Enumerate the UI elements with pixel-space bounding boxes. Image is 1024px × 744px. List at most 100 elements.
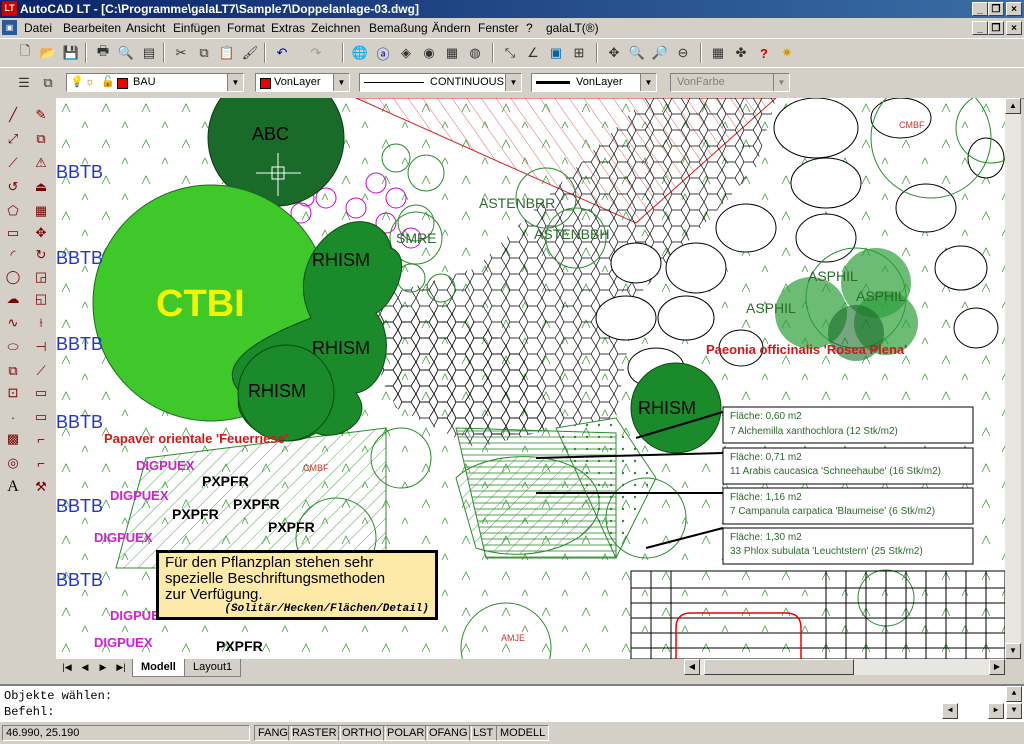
- menu-help[interactable]: ?: [526, 21, 533, 35]
- galalt-a-icon[interactable]: ⓐ: [372, 42, 394, 64]
- horizontal-scrollbar[interactable]: ◀ ▶: [684, 659, 1005, 675]
- paste-icon[interactable]: 📋: [216, 42, 238, 64]
- ellipse-icon[interactable]: ⬭: [2, 336, 24, 358]
- color-select[interactable]: VonLayer ▼: [255, 73, 350, 92]
- toggle-ofang[interactable]: OFANG: [425, 725, 472, 741]
- undo-icon[interactable]: ↶: [271, 42, 293, 64]
- tab-next-icon[interactable]: ▶: [96, 660, 110, 675]
- array-icon[interactable]: ▦: [30, 200, 52, 222]
- menu-ansicht[interactable]: Ansicht: [126, 21, 165, 35]
- scale-icon[interactable]: ◲: [30, 266, 52, 288]
- help-icon[interactable]: ?: [753, 42, 775, 64]
- close-button[interactable]: ×: [1006, 2, 1022, 16]
- menu-extras[interactable]: Extras: [271, 21, 305, 35]
- zoom-previous-icon[interactable]: ⊖: [672, 42, 694, 64]
- design-center-icon[interactable]: ◈: [395, 42, 417, 64]
- arc-icon[interactable]: ◜: [2, 244, 24, 266]
- chevron-down-icon[interactable]: ▼: [227, 74, 243, 91]
- block-icon[interactable]: ⊞: [568, 42, 590, 64]
- save-icon[interactable]: 💾: [60, 42, 82, 64]
- menu-fenster[interactable]: Fenster: [478, 21, 519, 35]
- make-block-icon[interactable]: ⊡: [2, 382, 24, 404]
- toggle-polar[interactable]: POLAR: [383, 725, 429, 741]
- doc-restore-button[interactable]: ❐: [988, 21, 1004, 35]
- doc-minimize-button[interactable]: _: [972, 21, 988, 35]
- break-icon[interactable]: ⟋: [30, 360, 52, 382]
- mirror-icon[interactable]: ⚠: [30, 152, 52, 174]
- polygon-icon[interactable]: ↺: [2, 176, 24, 198]
- insert-block-icon[interactable]: ⧉: [2, 360, 24, 382]
- cmd-scroll-up-icon[interactable]: ▲: [1006, 686, 1022, 702]
- minimize-button[interactable]: _: [972, 2, 988, 16]
- text-icon[interactable]: A: [2, 476, 24, 498]
- doc-close-button[interactable]: ×: [1006, 21, 1022, 35]
- tab-prev-icon[interactable]: ◀: [78, 660, 92, 675]
- redo-icon[interactable]: ↷: [305, 42, 327, 64]
- rotate-icon[interactable]: ↻: [30, 244, 52, 266]
- polyline-icon[interactable]: ⟋: [2, 152, 24, 174]
- pentagon-icon[interactable]: ⬠: [2, 200, 24, 222]
- menu-datei[interactable]: Datei: [24, 21, 52, 35]
- new-file-icon[interactable]: 🗋: [14, 42, 36, 64]
- cmd-scroll-right-icon[interactable]: ▶: [988, 703, 1004, 719]
- menu-galalt[interactable]: galaLT(®): [546, 21, 599, 35]
- extend-icon[interactable]: ⊣: [30, 336, 52, 358]
- match-properties-icon[interactable]: 🖌: [239, 42, 261, 64]
- menu-format[interactable]: Format: [227, 21, 265, 35]
- copy-object-icon[interactable]: ⧉: [30, 128, 52, 150]
- cmd-scroll-down-icon[interactable]: ▼: [1006, 703, 1022, 719]
- print-icon[interactable]: 🖶: [92, 42, 114, 64]
- chamfer-icon[interactable]: ▭: [30, 382, 52, 404]
- spline-icon[interactable]: ∿: [2, 312, 24, 334]
- pan-icon[interactable]: ✥: [603, 42, 625, 64]
- publish-icon[interactable]: ▤: [138, 42, 160, 64]
- coordinates-readout[interactable]: 46.990, 25.190: [2, 725, 250, 741]
- angle-icon[interactable]: ∠: [522, 42, 544, 64]
- toggle-fang[interactable]: FANG: [254, 725, 292, 741]
- menu-einfuegen[interactable]: Einfügen: [173, 21, 220, 35]
- trim-icon[interactable]: ⟊: [30, 312, 52, 334]
- chevron-down-icon[interactable]: ▼: [505, 74, 521, 91]
- scroll-right-icon[interactable]: ▶: [989, 659, 1005, 675]
- scroll-up-icon[interactable]: ▲: [1005, 98, 1021, 114]
- markup-icon[interactable]: ◍: [464, 42, 486, 64]
- tool-palette-icon[interactable]: ▦: [441, 42, 463, 64]
- vertical-scrollbar[interactable]: ▲ ▼: [1005, 98, 1021, 659]
- measure-icon[interactable]: ⤡: [499, 42, 521, 64]
- plotstyle-select[interactable]: VonFarbe ▼: [670, 73, 790, 92]
- offset-icon[interactable]: ⏏: [30, 176, 52, 198]
- restore-button[interactable]: ❐: [988, 2, 1004, 16]
- layer-previous-icon[interactable]: ⧉: [37, 72, 59, 94]
- document-icon[interactable]: ▣: [2, 20, 17, 35]
- chevron-down-icon[interactable]: ▼: [640, 74, 656, 91]
- menu-aendern[interactable]: Ändern: [432, 21, 471, 35]
- sun-icon[interactable]: ✷: [776, 42, 798, 64]
- autocad-app-icon[interactable]: LT: [2, 1, 17, 16]
- tree-icon[interactable]: ✤: [730, 42, 752, 64]
- stretch-icon[interactable]: ◱: [30, 288, 52, 310]
- menu-zeichnen[interactable]: Zeichnen: [311, 21, 360, 35]
- tab-last-icon[interactable]: ▶|: [114, 660, 128, 675]
- toggle-lst[interactable]: LST: [469, 725, 498, 741]
- join-icon[interactable]: ⌐: [30, 452, 52, 474]
- brush-icon[interactable]: ⚒: [30, 476, 52, 498]
- line-icon[interactable]: ╱: [2, 104, 24, 126]
- command-window[interactable]: Objekte wählen: Befehl: ◀ ▶ ▲ ▼: [0, 684, 1024, 722]
- layer-manager-icon[interactable]: ☰: [13, 72, 35, 94]
- command-prompt[interactable]: Befehl:: [4, 705, 54, 719]
- lineweight-select[interactable]: VonLayer ▼: [531, 73, 657, 92]
- zoom-window-icon[interactable]: 🔎: [649, 42, 671, 64]
- layer-icon[interactable]: ▣: [545, 42, 567, 64]
- scroll-thumb[interactable]: [704, 659, 854, 675]
- properties-icon[interactable]: ◉: [418, 42, 440, 64]
- toggle-ortho[interactable]: ORTHO: [338, 725, 386, 741]
- chevron-down-icon[interactable]: ▼: [773, 74, 789, 91]
- toggle-modell[interactable]: MODELL: [496, 725, 550, 741]
- print-preview-icon[interactable]: 🔍: [115, 42, 137, 64]
- menu-bearbeiten[interactable]: Bearbeiten: [63, 21, 121, 35]
- scroll-down-icon[interactable]: ▼: [1005, 643, 1021, 659]
- move-icon[interactable]: ✥: [30, 222, 52, 244]
- chevron-down-icon[interactable]: ▼: [333, 74, 349, 91]
- open-file-icon[interactable]: 📂: [37, 42, 59, 64]
- toggle-raster[interactable]: RASTER: [288, 725, 341, 741]
